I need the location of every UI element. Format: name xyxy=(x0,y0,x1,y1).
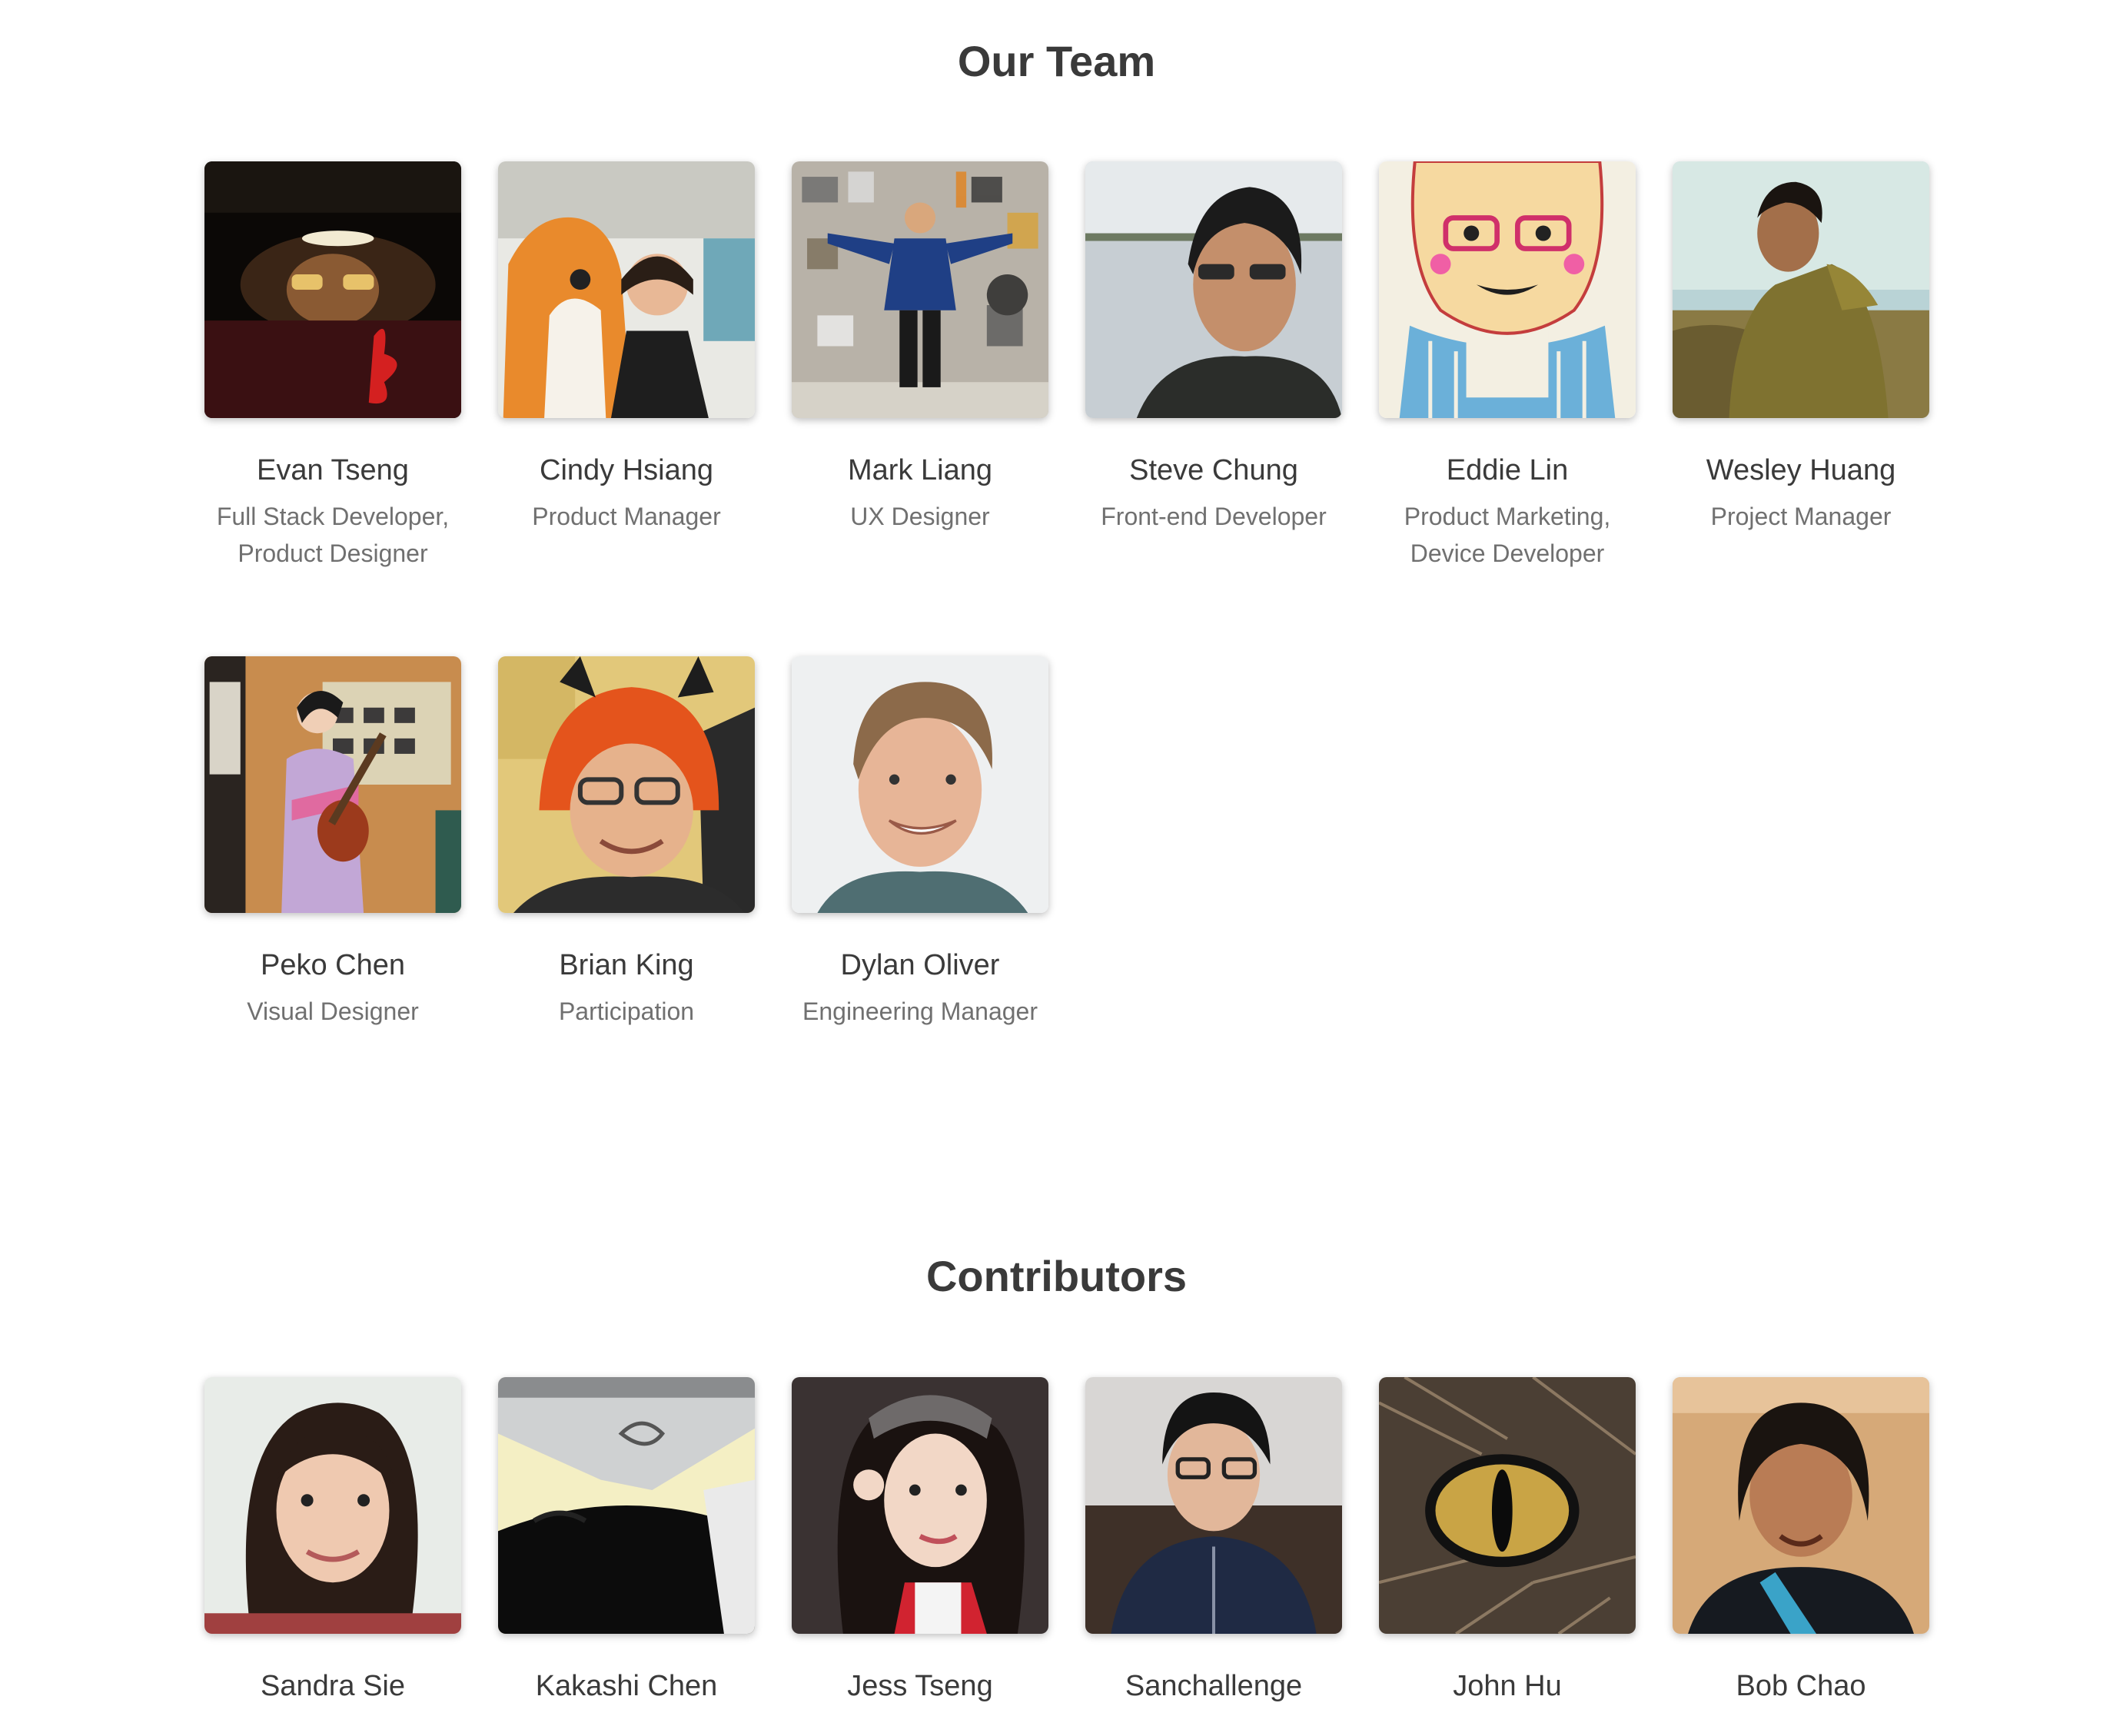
team-grid-row-2: Peko Chen Visual Designer Brian King Par… xyxy=(204,656,1920,1030)
member-name: Steve Chung xyxy=(1129,454,1298,486)
member-role-line: Front-end Developer xyxy=(1101,502,1327,530)
member-role: Product Manager xyxy=(498,498,755,535)
member-role-line: Product Manager xyxy=(532,502,721,530)
member-photo xyxy=(204,161,461,418)
member-role: UX Designer xyxy=(792,498,1048,535)
contributor-photo xyxy=(792,1377,1048,1634)
contributor-photo xyxy=(1085,1377,1342,1634)
member-role-line: UX Designer xyxy=(850,502,990,530)
member-name: Mark Liang xyxy=(848,454,992,486)
team-member-card[interactable]: Steve Chung Front-end Developer xyxy=(1085,161,1342,572)
contributor-name: Sandra Sie xyxy=(260,1670,405,1702)
contributor-photo xyxy=(204,1377,461,1634)
contributor-photo xyxy=(498,1377,755,1634)
member-name: Cindy Hsiang xyxy=(540,454,713,486)
member-role-line: Engineering Manager xyxy=(802,997,1038,1025)
member-name: Evan Tseng xyxy=(257,454,409,486)
member-role-line: Full Stack Developer, xyxy=(216,502,450,530)
member-photo xyxy=(792,161,1048,418)
team-member-card[interactable]: Evan Tseng Full Stack Developer, Product… xyxy=(204,161,461,572)
team-section-title: Our Team xyxy=(957,37,1156,85)
member-photo xyxy=(498,161,755,418)
contributor-card[interactable]: Sandra Sie xyxy=(204,1377,461,1704)
member-role: Front-end Developer xyxy=(1085,498,1342,535)
team-member-card[interactable]: Brian King Participation xyxy=(498,656,755,1030)
team-member-card[interactable]: Wesley Huang Project Manager xyxy=(1673,161,1929,572)
contributor-name: Jess Tseng xyxy=(847,1670,993,1702)
member-role-line: Product Marketing, xyxy=(1404,502,1611,530)
member-role: Engineering Manager xyxy=(792,993,1048,1030)
contributor-card[interactable]: Bob Chao xyxy=(1673,1377,1929,1704)
member-role: Product Marketing, Device Developer xyxy=(1379,498,1636,572)
member-photo xyxy=(1085,161,1342,418)
contributor-photo xyxy=(1379,1377,1636,1634)
member-photo xyxy=(498,656,755,913)
member-role-line: Participation xyxy=(558,997,695,1025)
member-role: Visual Designer xyxy=(204,993,461,1030)
team-member-card[interactable]: Mark Liang UX Designer xyxy=(792,161,1048,572)
member-name: Eddie Lin xyxy=(1446,454,1569,486)
member-role: Project Manager xyxy=(1673,498,1929,535)
member-role-line: Project Manager xyxy=(1710,502,1892,530)
contributor-name: John Hu xyxy=(1453,1670,1562,1702)
team-member-card[interactable]: Eddie Lin Product Marketing, Device Deve… xyxy=(1379,161,1636,572)
member-photo xyxy=(204,656,461,913)
contributor-name: Sanchallenge xyxy=(1125,1670,1303,1702)
contributors-grid: Sandra Sie Kakashi Chen Jess Tseng Sanch… xyxy=(204,1377,1929,1704)
contributor-photo xyxy=(1673,1377,1929,1634)
member-name: Peko Chen xyxy=(260,949,405,981)
team-member-card[interactable]: Dylan Oliver Engineering Manager xyxy=(792,656,1048,1030)
contributor-card[interactable]: Sanchallenge xyxy=(1085,1377,1342,1704)
member-photo xyxy=(1673,161,1929,418)
member-photo xyxy=(792,656,1048,913)
contributor-name: Kakashi Chen xyxy=(535,1670,718,1702)
contributors-section-title: Contributors xyxy=(925,1252,1188,1300)
member-name: Wesley Huang xyxy=(1706,454,1896,486)
member-role-line: Product Designer xyxy=(238,539,428,567)
team-member-card[interactable]: Peko Chen Visual Designer xyxy=(204,656,461,1030)
team-grid-row-1: Evan Tseng Full Stack Developer, Product… xyxy=(204,161,1929,572)
contributor-card[interactable]: Jess Tseng xyxy=(792,1377,1048,1704)
contributor-card[interactable]: John Hu xyxy=(1379,1377,1636,1704)
member-role: Full Stack Developer, Product Designer xyxy=(204,498,461,572)
contributor-name: Bob Chao xyxy=(1736,1670,1866,1702)
member-photo xyxy=(1379,161,1636,418)
team-member-card[interactable]: Cindy Hsiang Product Manager xyxy=(498,161,755,572)
member-role-line: Visual Designer xyxy=(247,997,419,1025)
member-role: Participation xyxy=(498,993,755,1030)
contributor-card[interactable]: Kakashi Chen xyxy=(498,1377,755,1704)
member-role-line: Device Developer xyxy=(1410,539,1605,567)
member-name: Brian King xyxy=(559,949,694,981)
member-name: Dylan Oliver xyxy=(840,949,1000,981)
